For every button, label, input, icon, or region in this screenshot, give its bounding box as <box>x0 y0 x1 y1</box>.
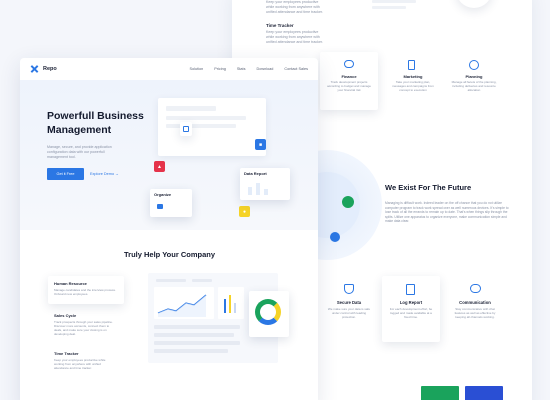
communication-desc: Stay communicative with chat features as… <box>454 307 496 319</box>
feature-sales-cycle: Sales Cycle Track prospects through your… <box>48 310 124 342</box>
logo-icon <box>30 64 39 74</box>
planning-feature: Planning Manage all facets of the planni… <box>446 52 502 110</box>
communication-feature: Communication Stay communicative with ch… <box>446 282 504 342</box>
future-title: We Exist For The Future <box>385 183 472 192</box>
hero-mock-window <box>158 98 266 156</box>
secure-data-feature: Secure Data We make sure your data is sa… <box>320 282 378 342</box>
blue-briefcase-icon: ■ <box>255 139 266 150</box>
dash-row <box>154 333 234 337</box>
future-desc: Managing is difficult work. Indeed leade… <box>385 201 509 224</box>
marketing-title: Marketing <box>403 74 423 79</box>
log-report-desc: For each development effort, be logged a… <box>389 307 433 319</box>
dash-row <box>154 325 240 329</box>
marketing-desc: Take your marketing plan, messages and c… <box>392 80 434 92</box>
line-chart-card <box>154 287 214 319</box>
planning-title: Planning <box>465 74 483 79</box>
line-chart <box>157 294 207 317</box>
planning-desc: Manage all facets of the planning, inclu… <box>451 80 497 92</box>
top-feature-desc: Keep your employees productive while wor… <box>266 0 323 14</box>
feature-desc: Keep your employees productive while wor… <box>54 358 106 370</box>
yellow-lock-icon: ● <box>239 206 250 217</box>
nav-contact-sales[interactable]: Contact Sales <box>284 67 308 71</box>
bar <box>234 303 236 313</box>
red-alert-icon: ▲ <box>154 161 165 172</box>
log-report-card: Log Report For each development effort, … <box>382 276 440 342</box>
logo[interactable]: Repo <box>30 64 57 74</box>
nav-pricing[interactable]: Pricing <box>214 67 226 71</box>
chat-icon <box>470 284 481 293</box>
explore-demo-label: Explore Demo <box>90 172 115 176</box>
green-node-icon <box>342 196 354 208</box>
dash-row <box>154 349 228 353</box>
report-bar <box>256 183 260 195</box>
organize-icon <box>157 204 163 209</box>
secure-data-title: Secure Data <box>336 300 362 305</box>
green-button[interactable] <box>421 386 459 400</box>
shield-icon <box>344 284 354 294</box>
organize-label: Organize <box>154 192 172 197</box>
blue-node-icon <box>330 232 340 242</box>
mock-bar <box>166 124 236 128</box>
nav-stats[interactable]: Stats <box>237 67 246 71</box>
finance-title: Finance <box>341 74 357 79</box>
top-placeholder-bar-2 <box>372 6 406 9</box>
feature-desc: Manage candidates and the interview proc… <box>54 288 116 296</box>
nav-solution[interactable]: Solution <box>189 67 203 71</box>
communication-title: Communication <box>459 300 491 305</box>
time-tracker-desc: Keep your employees productive while wor… <box>266 30 323 44</box>
dash-bar <box>192 279 212 282</box>
finance-card: Finance Track development projects accor… <box>320 52 378 110</box>
get-it-free-button[interactable]: Get it Free <box>47 168 84 180</box>
mock-bar <box>166 106 216 111</box>
front-page-preview: Repo Solution Pricing Stats Download Con… <box>20 58 318 400</box>
feature-title: Sales Cycle <box>54 313 77 318</box>
nav-links: Solution Pricing Stats Download Contact … <box>189 67 308 71</box>
time-tracker-title: Time Tracker <box>266 23 294 28</box>
donut-chart <box>255 299 281 325</box>
navbar: Repo Solution Pricing Stats Download Con… <box>20 58 318 80</box>
calendar-card <box>180 122 192 136</box>
feature-title: Time Tracker <box>54 351 79 356</box>
dash-row <box>154 341 240 345</box>
report-bar <box>248 187 252 195</box>
feature-time-tracker: Time Tracker Keep your employees product… <box>48 348 124 380</box>
report-icon <box>406 284 415 295</box>
calendar-icon <box>183 126 189 132</box>
bar-chart-card <box>218 287 244 319</box>
bar <box>224 299 226 313</box>
secure-data-desc: We make sure your data is safe under con… <box>327 307 371 319</box>
donut-chart-card <box>249 291 289 337</box>
arrow-right-icon: → <box>115 172 119 176</box>
nav-download[interactable]: Download <box>256 67 273 71</box>
piggy-icon <box>344 60 354 68</box>
section-title: Truly Help Your Company <box>124 250 215 259</box>
report-bar <box>264 189 268 195</box>
donut-chart-top <box>456 0 492 8</box>
organize-card: Organize <box>150 189 192 217</box>
finance-desc: Track development projects according to … <box>327 80 371 92</box>
data-report-label: Data Report <box>244 171 267 176</box>
target-icon <box>469 60 479 70</box>
blue-button[interactable] <box>465 386 503 400</box>
brand-name: Repo <box>43 66 57 72</box>
log-report-title: Log Report <box>399 300 423 305</box>
top-placeholder-bar <box>372 0 416 3</box>
data-report-card: Data Report <box>240 168 290 200</box>
bar <box>229 295 231 313</box>
marketing-feature: Marketing Take your marketing plan, mess… <box>386 52 440 110</box>
hero-description: Manage, secure, and provide application … <box>47 145 112 159</box>
feature-desc: Track prospects through your sales pipel… <box>54 320 113 336</box>
mock-bar <box>166 116 246 120</box>
phone-chart-icon <box>408 60 415 70</box>
dash-bar <box>156 279 186 282</box>
feature-title: Human Resource <box>54 281 87 286</box>
feature-human-resource: Human Resource Manage candidates and the… <box>48 276 124 304</box>
explore-demo-link[interactable]: Explore Demo → <box>90 172 119 176</box>
